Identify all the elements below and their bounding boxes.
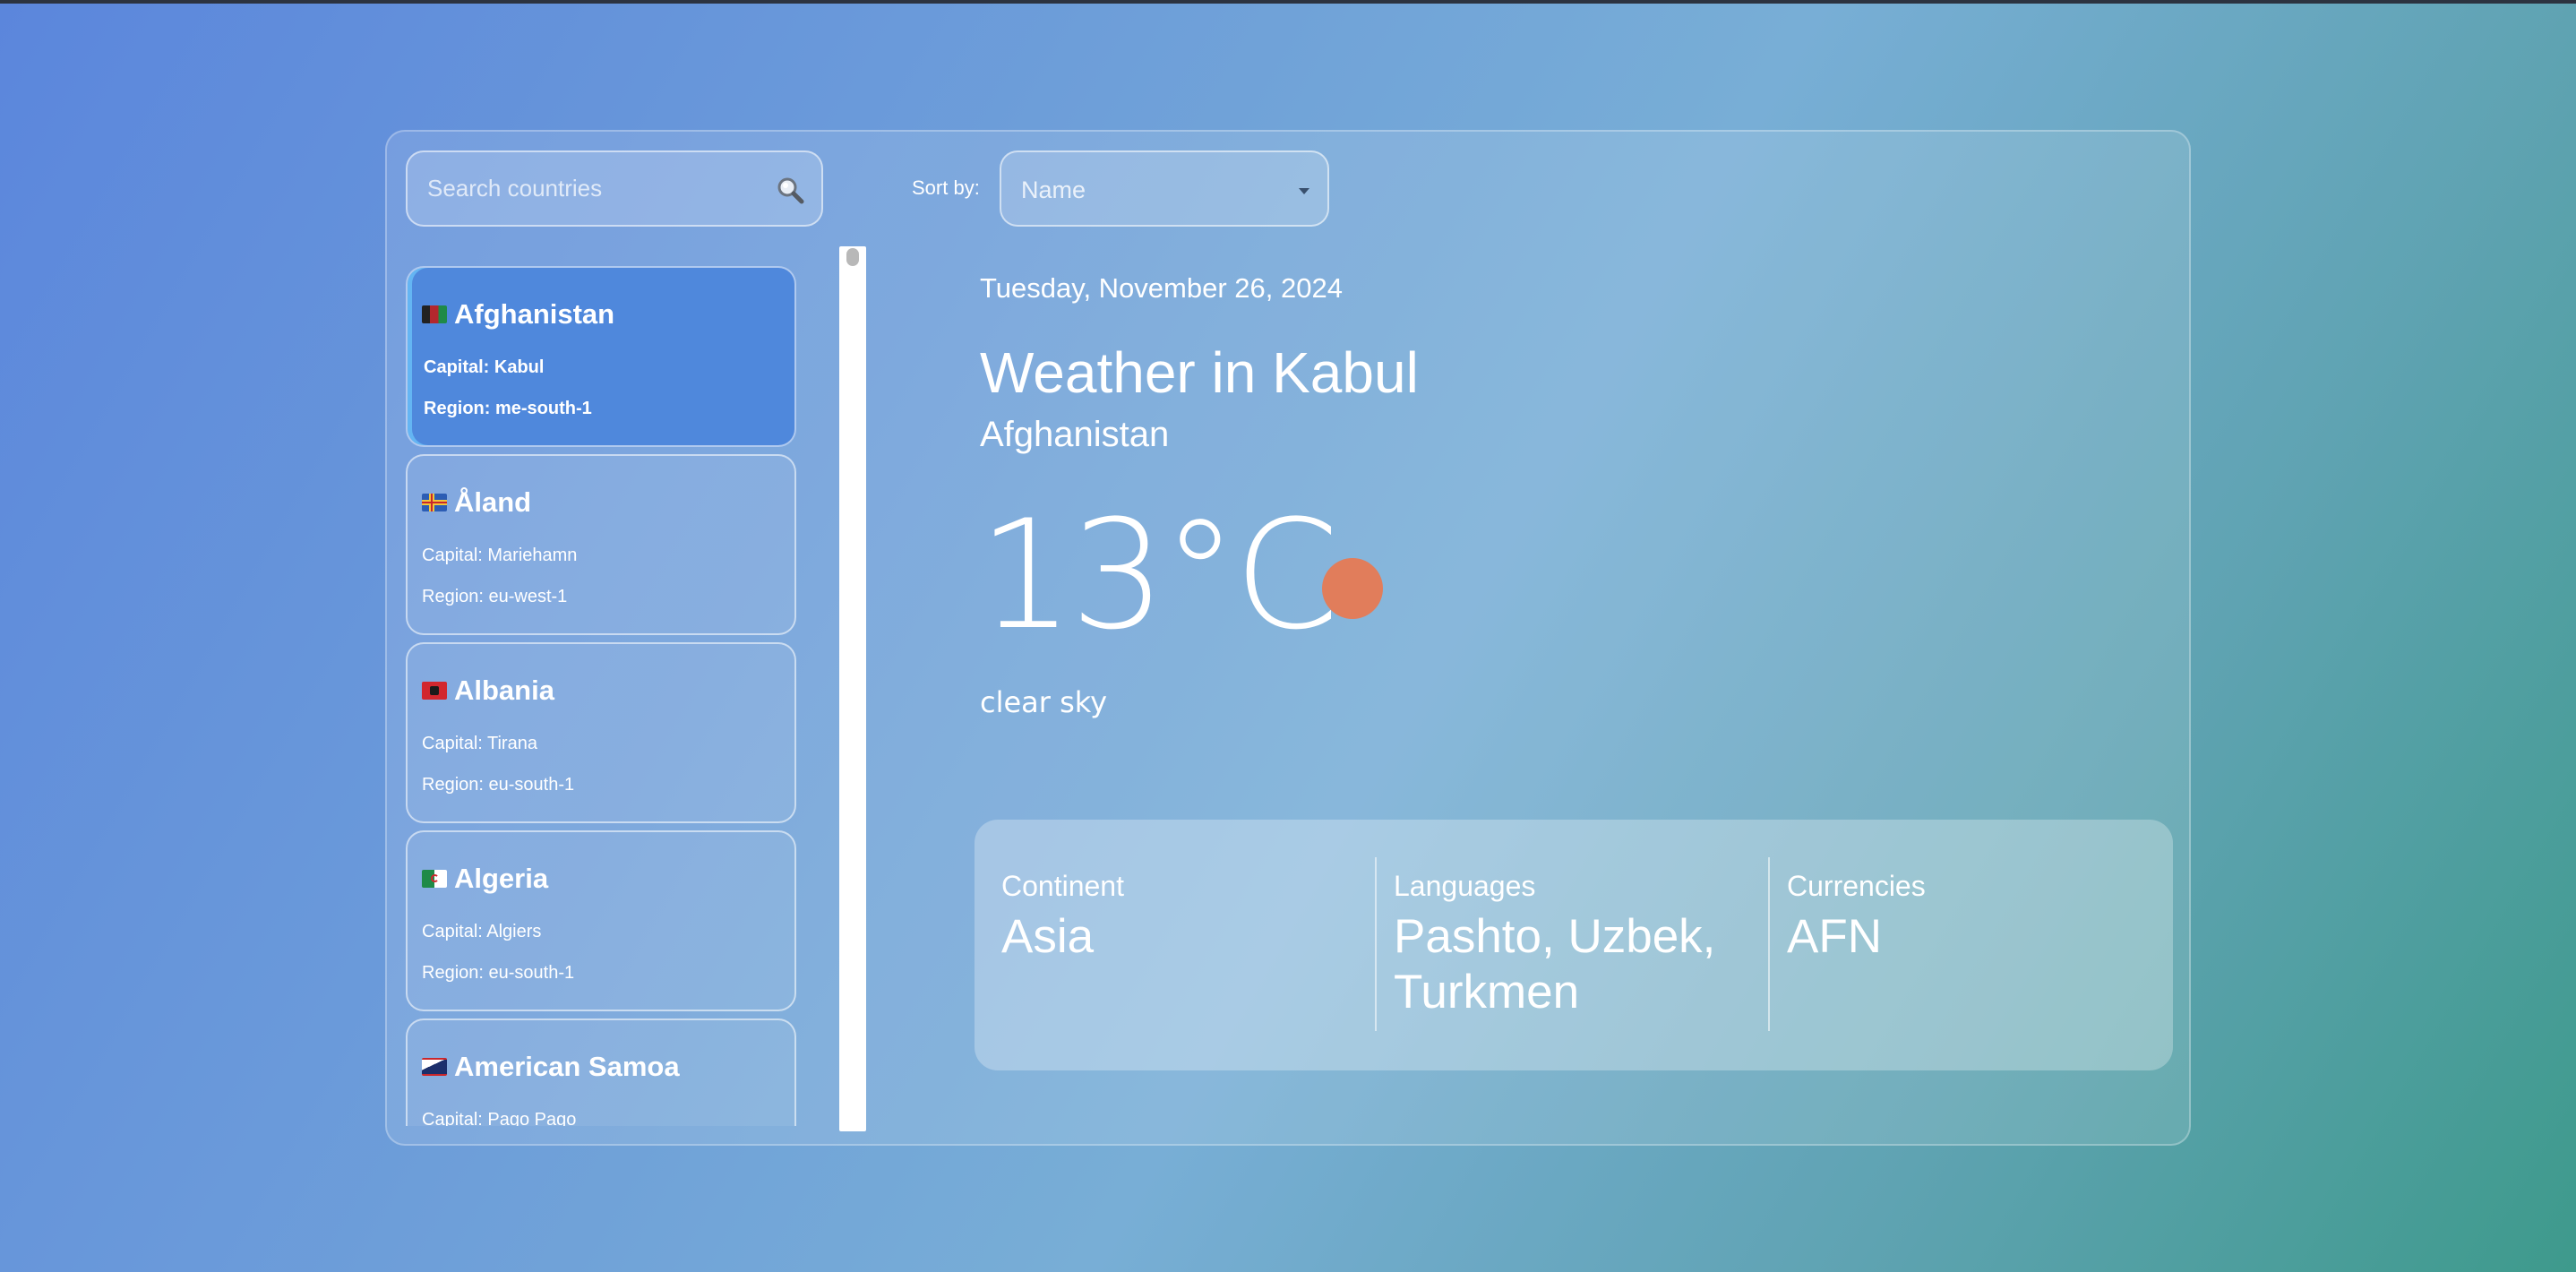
- country-card-albania[interactable]: Albania Capital: Tirana Region: eu-south…: [406, 642, 796, 823]
- info-divider: [1768, 857, 1770, 1031]
- country-capital: Capital: Mariehamn: [422, 546, 578, 565]
- languages-label: Languages: [1394, 870, 1536, 902]
- country-name: Afghanistan: [454, 298, 615, 330]
- country-name: Albania: [454, 675, 554, 706]
- flag-albania-icon: [422, 682, 447, 700]
- window-top-bar: [0, 0, 2576, 4]
- info-divider: [1375, 857, 1377, 1031]
- weather-description: clear sky: [980, 685, 1108, 719]
- currencies-section: Currencies AFN: [1787, 820, 2145, 1070]
- languages-value: Pashto, Uzbek, Turkmen: [1394, 910, 1716, 1018]
- sun-icon: [1322, 558, 1383, 619]
- search-box[interactable]: [406, 150, 823, 227]
- continent-label: Continent: [1001, 870, 1124, 902]
- search-input[interactable]: [408, 152, 821, 225]
- search-icon[interactable]: [775, 175, 805, 205]
- country-region: Region: eu-south-1: [422, 775, 575, 795]
- country-capital: Capital: Algiers: [422, 922, 542, 941]
- country-card-afghanistan[interactable]: Afghanistan Capital: Kabul Region: me-so…: [406, 266, 796, 447]
- continent-section: Continent Asia: [1001, 820, 1360, 1070]
- flag-afghanistan-icon: [422, 305, 447, 323]
- country-list-scrollbar[interactable]: [839, 246, 866, 1131]
- country-capital: Capital: Pago Pago: [422, 1110, 577, 1126]
- languages-section: Languages Pashto, Uzbek, Turkmen: [1394, 820, 1752, 1070]
- country-region: Region: me-south-1: [424, 399, 592, 418]
- country-info-card: Continent Asia Languages Pashto, Uzbek, …: [975, 820, 2173, 1070]
- flag-aland-icon: [422, 494, 447, 511]
- country-name: Algeria: [454, 863, 549, 894]
- country-region: Region: eu-south-1: [422, 963, 575, 983]
- flag-algeria-icon: [422, 870, 447, 888]
- country-capital: Capital: Tirana: [422, 734, 537, 753]
- weather-title: Weather in Kabul: [980, 340, 1419, 405]
- sort-label: Sort by:: [912, 176, 980, 199]
- country-card-aland[interactable]: Åland Capital: Mariehamn Region: eu-west…: [406, 454, 796, 635]
- currencies-label: Currencies: [1787, 870, 1926, 902]
- app-panel: Sort by: Name Afghanistan Capital: Kabul…: [385, 130, 2191, 1146]
- country-capital: Capital: Kabul: [424, 357, 545, 377]
- sort-select[interactable]: Name: [1000, 150, 1329, 227]
- temperature: 13°C: [978, 487, 1339, 663]
- country-name: American Samoa: [454, 1051, 680, 1082]
- country-card-american-samoa[interactable]: American Samoa Capital: Pago Pago: [406, 1018, 796, 1126]
- country-region: Region: eu-west-1: [422, 587, 568, 606]
- weather-country: Afghanistan: [980, 415, 1170, 454]
- country-name: Åland: [454, 486, 532, 518]
- scrollbar-thumb[interactable]: [846, 248, 859, 266]
- flag-american-samoa-icon: [422, 1058, 447, 1076]
- country-card-algeria[interactable]: Algeria Capital: Algiers Region: eu-sout…: [406, 830, 796, 1011]
- sort-selected-value: Name: [1021, 176, 1086, 203]
- currencies-value: AFN: [1787, 910, 1882, 963]
- country-list[interactable]: Afghanistan Capital: Kabul Region: me-so…: [406, 266, 807, 1126]
- chevron-down-icon: [1299, 188, 1309, 194]
- continent-value: Asia: [1001, 910, 1095, 963]
- weather-date: Tuesday, November 26, 2024: [980, 272, 1343, 304]
